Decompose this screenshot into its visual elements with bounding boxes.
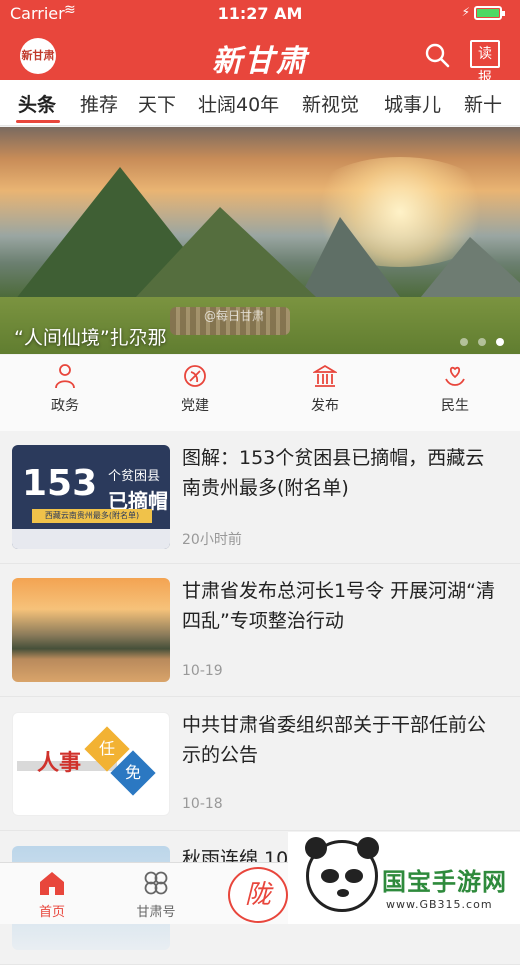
ad-url: www.GB315.com — [386, 898, 493, 911]
clock: 11:27 AM — [217, 4, 303, 23]
news-item[interactable]: 153 个贫困县 已摘帽 西藏云南贵州最多(附名单) 图解：153个贫困县已摘帽… — [0, 431, 520, 564]
ad-title: 国宝手游网 — [382, 868, 507, 896]
party-emblem-icon — [184, 365, 206, 387]
tabbar-label: 甘肃号 — [136, 905, 176, 920]
carousel-indicator — [450, 331, 504, 350]
thumb-number: 153 — [22, 463, 98, 504]
watermark-ad: 国宝手游网 www.GB315.com — [288, 832, 520, 924]
thumb-word: 免 — [124, 763, 141, 782]
home-icon — [40, 872, 64, 895]
news-title: 图解：153个贫困县已摘帽，西藏云南贵州最多(附名单) — [182, 447, 485, 499]
news-thumbnail — [12, 578, 170, 682]
quick-link-dangjian[interactable]: 党建 — [155, 363, 235, 415]
news-title: 甘肃省发布总河长1号令 开展河湖“清四乱”专项整治行动 — [182, 580, 495, 632]
carousel-dot[interactable] — [460, 338, 468, 346]
tab-tuijian[interactable]: 推荐 — [80, 90, 118, 117]
news-item[interactable]: 甘肃省发布总河长1号令 开展河湖“清四乱”专项整治行动 10-19 — [0, 564, 520, 697]
news-title: 中共甘肃省委组织部关于干部任前公示的公告 — [182, 714, 487, 766]
quick-link-label: 党建 — [181, 398, 209, 414]
read-newspaper-button[interactable]: 读报 — [470, 40, 500, 86]
news-thumbnail: 153 个贫困县 已摘帽 西藏云南贵州最多(附名单) — [12, 445, 170, 549]
tab-chengshier[interactable]: 城事儿 — [384, 90, 441, 117]
quick-link-label: 发布 — [311, 398, 339, 414]
charging-icon: ⚡ — [461, 5, 470, 19]
carousel-dot-active[interactable] — [496, 338, 504, 346]
thumb-band: 西藏云南贵州最多(附名单) — [32, 509, 152, 523]
tab-toutiao[interactable]: 头条 — [18, 90, 56, 117]
quick-link-minsheng[interactable]: 民生 — [415, 363, 495, 415]
tab-xinshijue[interactable]: 新视觉 — [302, 90, 359, 117]
app-header: Carrier ≋ 11:27 AM ⚡ 新甘肃 新甘肃 读报 — [0, 0, 520, 86]
news-item[interactable]: 人事 任 免 中共甘肃省委组织部关于干部任前公示的公告 10-18 — [0, 698, 520, 831]
news-thumbnail: 人事 任 免 — [12, 712, 170, 816]
quick-links: 政务 党建 发布 民生 — [0, 355, 520, 431]
thumb-caption: 个贫困县 — [108, 469, 161, 484]
quick-link-zhengwu[interactable]: 政务 — [25, 363, 105, 415]
tab-xinshi[interactable]: 新十 — [464, 90, 502, 117]
thumb-diamond: 免 — [110, 750, 156, 796]
tab-tianxia[interactable]: 天下 — [138, 90, 176, 117]
news-time: 20小时前 — [182, 532, 242, 548]
news-time: 10-18 — [182, 796, 223, 812]
status-bar: Carrier ≋ 11:27 AM ⚡ — [0, 0, 520, 26]
heart-hand-icon — [445, 366, 465, 386]
channel-tabs: 头条 推荐 天下 壮阔40年 新视觉 城事儿 新十 — [0, 80, 520, 126]
battery-icon — [474, 6, 505, 20]
government-building-icon — [313, 364, 337, 387]
quick-link-label: 政务 — [51, 398, 79, 414]
thumb-word: 人事 — [37, 751, 82, 776]
quick-link-fabu[interactable]: 发布 — [285, 363, 365, 415]
panda-logo-icon — [305, 837, 379, 912]
tabbar-home[interactable]: 首页 — [2, 869, 102, 920]
active-tab-indicator — [16, 120, 60, 123]
person-icon — [55, 364, 75, 389]
panda-eye — [321, 869, 339, 883]
tabbar-gansu-hao[interactable]: 甘肃号 — [106, 869, 206, 920]
banner-caption: “人间仙境”扎尕那 — [14, 327, 167, 349]
quick-link-label: 民生 — [441, 398, 469, 414]
carousel-dot[interactable] — [478, 338, 486, 346]
thumb-footer — [12, 529, 170, 549]
panda-ear — [357, 837, 379, 859]
tabbar-label: 首页 — [38, 905, 65, 920]
panda-eye — [345, 869, 363, 883]
news-time: 10-19 — [182, 663, 223, 679]
center-logo-button[interactable]: 陇 — [228, 867, 288, 923]
headline-carousel[interactable]: @每日甘肃 “人间仙境”扎尕那 — [0, 127, 520, 354]
panda-ear — [305, 837, 327, 859]
grid-clover-icon — [144, 871, 168, 895]
panda-nose — [337, 889, 349, 897]
search-icon[interactable] — [424, 42, 450, 68]
banner-watermark: @每日甘肃 — [204, 309, 265, 323]
tab-zhuangkuo-40[interactable]: 壮阔40年 — [198, 90, 279, 117]
